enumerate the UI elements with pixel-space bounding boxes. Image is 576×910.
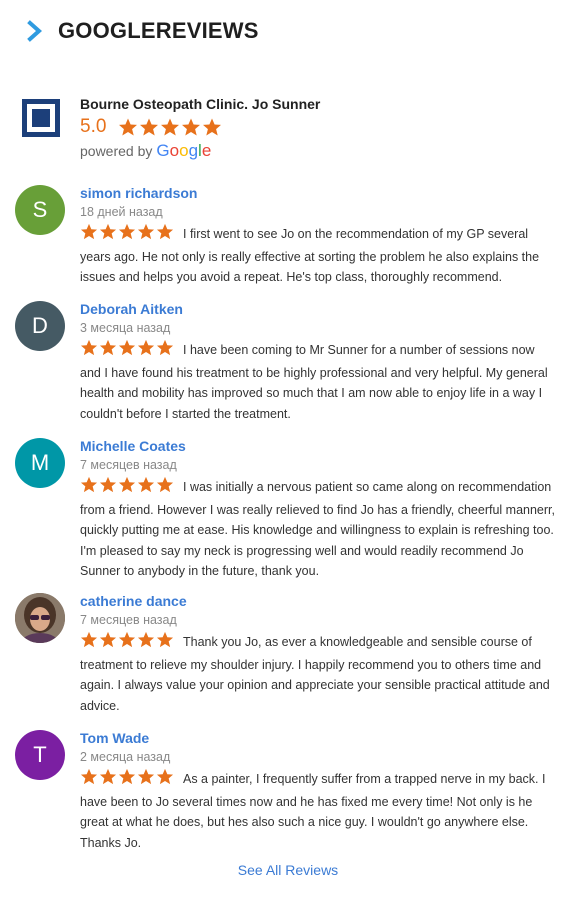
widget-header: GOOGLEREVIEWS bbox=[26, 18, 259, 44]
review-body: I was initially a nervous patient so cam… bbox=[80, 476, 558, 582]
star-icon bbox=[137, 223, 155, 240]
star-icon bbox=[182, 118, 201, 136]
reviewer-avatar[interactable]: D bbox=[15, 301, 65, 351]
review-stars bbox=[80, 339, 175, 363]
star-icon bbox=[137, 476, 155, 493]
reviewer-avatar[interactable]: T bbox=[15, 730, 65, 780]
star-icon bbox=[156, 476, 174, 493]
google-logo-letter: o bbox=[179, 141, 189, 160]
google-logo-letter: o bbox=[169, 141, 180, 160]
google-logo: Google bbox=[156, 141, 211, 161]
reviewer-avatar[interactable] bbox=[15, 593, 65, 643]
star-icon bbox=[118, 339, 136, 356]
star-icon bbox=[80, 631, 98, 648]
reviewer-avatar[interactable]: M bbox=[15, 438, 65, 488]
review-stars bbox=[80, 631, 175, 655]
star-icon bbox=[137, 339, 155, 356]
reviewer-name[interactable]: Michelle Coates bbox=[80, 438, 558, 455]
rating-stars bbox=[118, 117, 223, 137]
review-body: Thank you Jo, as ever a knowledgeable an… bbox=[80, 631, 558, 716]
star-icon bbox=[99, 223, 117, 240]
reviewer-avatar[interactable]: S bbox=[15, 185, 65, 235]
powered-by-text: powered by bbox=[80, 143, 153, 159]
review-time: 18 дней назад bbox=[80, 205, 163, 219]
review-time: 2 месяца назад bbox=[80, 750, 171, 764]
google-logo-letter: g bbox=[188, 141, 199, 160]
star-icon bbox=[99, 768, 117, 785]
powered-by-google: powered by Google bbox=[80, 141, 320, 161]
star-icon bbox=[118, 476, 136, 493]
review-stars bbox=[80, 768, 175, 792]
see-all-reviews-link[interactable]: See All Reviews bbox=[0, 862, 576, 878]
star-icon bbox=[156, 631, 174, 648]
star-icon bbox=[137, 631, 155, 648]
review-time: 7 месяцев назад bbox=[80, 613, 177, 627]
reviewer-name[interactable]: simon richardson bbox=[80, 185, 558, 202]
star-icon bbox=[80, 476, 98, 493]
place-rating: 5.0 bbox=[80, 116, 320, 138]
rating-value: 5.0 bbox=[80, 116, 107, 137]
chevron-right-icon bbox=[27, 20, 43, 42]
star-icon bbox=[156, 339, 174, 356]
star-icon bbox=[119, 118, 138, 136]
review-body: I first went to see Jo on the recommenda… bbox=[80, 223, 558, 288]
star-icon bbox=[99, 631, 117, 648]
star-icon bbox=[99, 339, 117, 356]
google-logo-letter: G bbox=[156, 141, 170, 160]
review-body: I have been coming to Mr Sunner for a nu… bbox=[80, 339, 558, 424]
place-summary: Bourne Osteopath Clinic. Jo Sunner 5.0 p… bbox=[22, 96, 320, 161]
star-icon bbox=[156, 768, 174, 785]
star-icon bbox=[118, 768, 136, 785]
star-icon bbox=[140, 118, 159, 136]
widget-title: GOOGLEREVIEWS bbox=[58, 18, 259, 43]
reviewer-photo bbox=[15, 593, 65, 643]
star-icon bbox=[80, 768, 98, 785]
review-body: As a painter, I frequently suffer from a… bbox=[80, 768, 558, 853]
review-stars bbox=[80, 476, 175, 500]
google-logo-letter: e bbox=[201, 141, 212, 160]
star-icon bbox=[80, 223, 98, 240]
star-icon bbox=[80, 339, 98, 356]
star-icon bbox=[118, 631, 136, 648]
star-icon bbox=[118, 223, 136, 240]
star-icon bbox=[137, 768, 155, 785]
star-icon bbox=[156, 223, 174, 240]
reviewer-name[interactable]: Deborah Aitken bbox=[80, 301, 558, 318]
review-stars bbox=[80, 223, 175, 247]
review-time: 3 месяца назад bbox=[80, 321, 171, 335]
reviewer-name[interactable]: Tom Wade bbox=[80, 730, 558, 747]
star-icon bbox=[203, 118, 222, 136]
star-icon bbox=[99, 476, 117, 493]
clinic-logo bbox=[22, 99, 60, 137]
reviewer-name[interactable]: catherine dance bbox=[80, 593, 558, 610]
review-time: 7 месяцев назад bbox=[80, 458, 177, 472]
star-icon bbox=[161, 118, 180, 136]
place-name: Bourne Osteopath Clinic. Jo Sunner bbox=[80, 96, 321, 112]
